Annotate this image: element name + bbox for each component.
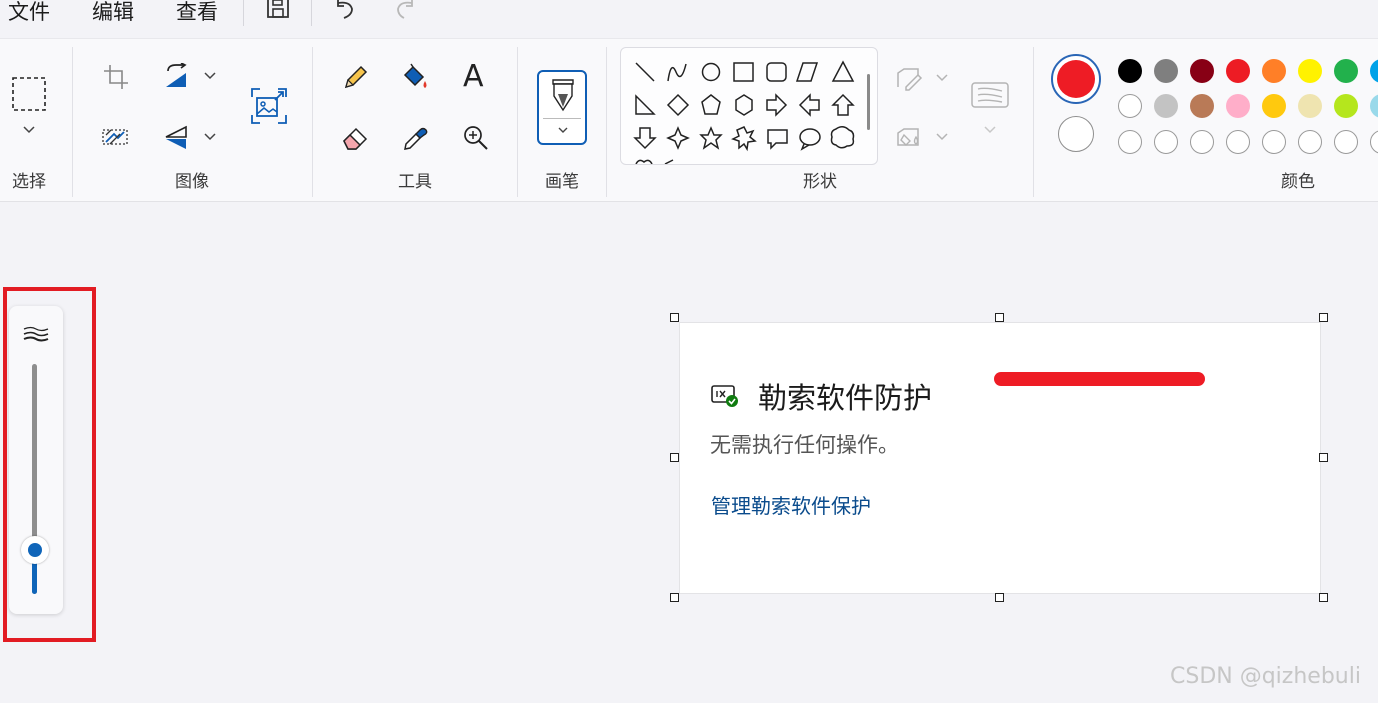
chevron-down-icon[interactable] [22, 125, 36, 135]
color-swatch[interactable] [1298, 59, 1322, 83]
color-swatch[interactable] [1298, 130, 1322, 154]
menu-view[interactable]: 查看 [176, 0, 218, 26]
fill-bucket-icon[interactable] [401, 63, 429, 91]
outline-icon[interactable] [896, 67, 924, 91]
color-swatch[interactable] [1118, 59, 1142, 83]
resize-handle[interactable] [670, 313, 679, 322]
color-swatch[interactable] [1226, 94, 1250, 118]
rotate-icon[interactable] [164, 125, 190, 151]
undo-icon[interactable] [334, 0, 360, 20]
group-separator [1033, 47, 1034, 197]
resize-handle[interactable] [1319, 453, 1328, 462]
color-swatch[interactable] [1190, 94, 1214, 118]
card-title: 勒索软件防护 [758, 381, 933, 415]
color-swatch[interactable] [1190, 130, 1214, 154]
shape-size-icon[interactable] [970, 79, 1010, 111]
group-label-tools: 工具 [398, 172, 432, 192]
color-swatch[interactable] [1154, 59, 1178, 83]
save-icon[interactable] [266, 0, 290, 20]
primary-color-swatch [1057, 60, 1095, 98]
color-swatch[interactable] [1370, 130, 1378, 154]
brush-icon [552, 79, 574, 112]
ransomware-protection-icon [711, 385, 738, 407]
crop-icon[interactable] [104, 65, 128, 89]
pencil-icon[interactable] [342, 65, 368, 91]
resize-handle[interactable] [670, 453, 679, 462]
group-label-colors: 颜色 [1281, 172, 1315, 192]
color-swatch[interactable] [1226, 130, 1250, 154]
group-label-shapes: 形状 [803, 172, 837, 192]
color-swatch[interactable] [1226, 59, 1250, 83]
canvas-image[interactable]: 勒索软件防护 无需执行任何操作。 管理勒索软件保护 [679, 322, 1321, 594]
redo-icon[interactable] [392, 0, 418, 20]
primary-color-button[interactable] [1051, 54, 1101, 104]
chevron-down-icon [558, 127, 568, 133]
chevron-down-icon[interactable] [935, 132, 949, 142]
color-swatch[interactable] [1262, 130, 1286, 154]
resize-handle[interactable] [1319, 313, 1328, 322]
manage-ransomware-link[interactable]: 管理勒索软件保护 [711, 490, 871, 519]
remove-background-icon[interactable] [102, 125, 128, 149]
resize-handle[interactable] [1319, 593, 1328, 602]
card-description: 无需执行任何操作。 [710, 433, 899, 457]
eraser-icon[interactable] [342, 125, 370, 151]
resize-handle[interactable] [995, 313, 1004, 322]
chevron-down-icon[interactable] [935, 73, 949, 83]
group-separator [312, 47, 313, 197]
color-swatch[interactable] [1118, 130, 1142, 154]
chevron-down-icon[interactable] [983, 125, 997, 135]
color-swatch[interactable] [1154, 130, 1178, 154]
chevron-down-icon[interactable] [203, 132, 217, 142]
shapes-icons [633, 60, 855, 164]
color-swatch[interactable] [1334, 59, 1358, 83]
color-swatch[interactable] [1370, 94, 1378, 118]
menu-file[interactable]: 文件 [8, 0, 50, 26]
brush-divider [543, 118, 581, 119]
image-resize-icon[interactable] [251, 88, 287, 124]
shapes-gallery [620, 47, 878, 165]
red-stroke [994, 372, 1205, 386]
menu-separator [243, 0, 244, 26]
text-tool-icon[interactable]: A [463, 59, 484, 94]
color-swatch[interactable] [1298, 94, 1322, 118]
color-swatch[interactable] [1262, 94, 1286, 118]
group-label-image: 图像 [175, 172, 209, 192]
group-separator [606, 47, 607, 197]
resize-handle[interactable] [670, 593, 679, 602]
color-swatch[interactable] [1118, 94, 1142, 118]
color-swatch[interactable] [1154, 94, 1178, 118]
magnifier-icon[interactable] [463, 125, 489, 151]
menu-separator [311, 0, 312, 26]
shape-fill-icon[interactable] [896, 125, 924, 149]
group-separator [72, 47, 73, 197]
highlight-box [3, 287, 96, 642]
group-label-brushes: 画笔 [545, 172, 579, 192]
menu-bar: 文件 编辑 查看 [0, 0, 1378, 38]
brushes-button[interactable] [537, 70, 587, 145]
selection-icon[interactable] [12, 77, 46, 111]
resize-handle[interactable] [995, 593, 1004, 602]
color-swatch[interactable] [1370, 59, 1378, 83]
resize-icon[interactable] [164, 63, 190, 91]
watermark: CSDN @qizhebuli [1170, 664, 1361, 689]
color-picker-icon[interactable] [401, 125, 429, 153]
secondary-color-button[interactable] [1058, 116, 1094, 152]
color-swatch[interactable] [1334, 94, 1358, 118]
color-swatch[interactable] [1262, 59, 1286, 83]
color-swatch[interactable] [1190, 59, 1214, 83]
group-separator [517, 47, 518, 197]
shapes-scrollbar[interactable] [867, 74, 870, 130]
group-label-select: 选择 [12, 172, 46, 192]
ribbon: 选择 图像 A 工具 画笔 形状 颜色 [0, 38, 1378, 202]
color-swatch[interactable] [1334, 130, 1358, 154]
chevron-down-icon[interactable] [203, 71, 217, 81]
menu-edit[interactable]: 编辑 [92, 0, 134, 26]
